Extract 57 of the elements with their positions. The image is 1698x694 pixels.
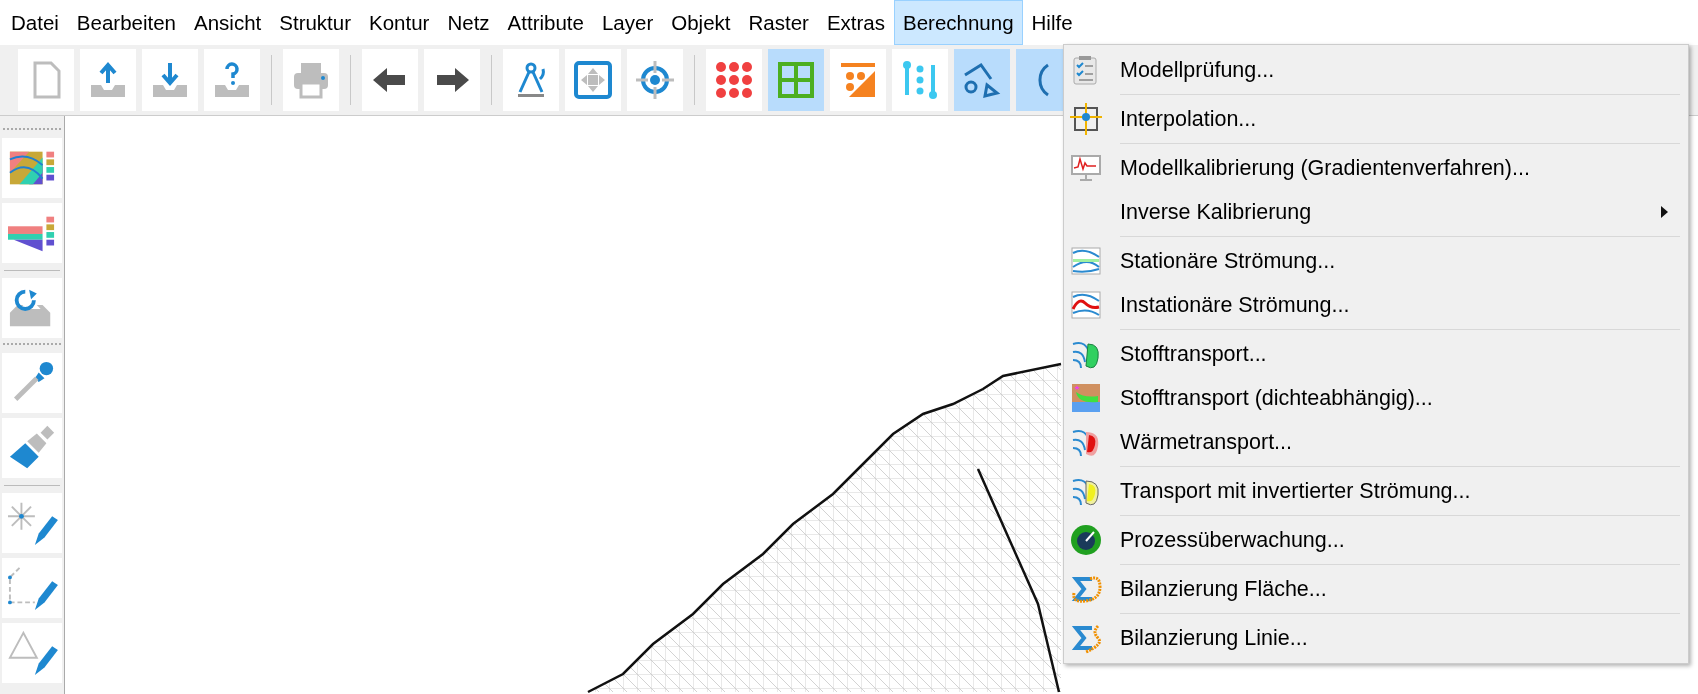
toolbar-button[interactable] <box>706 49 762 111</box>
menu-item[interactable]: Interpolation... <box>1064 97 1688 141</box>
tool-button[interactable] <box>2 203 62 263</box>
menu-item[interactable]: Bilanzierung Linie... <box>1064 616 1688 660</box>
flow-lines-icon <box>1070 245 1102 277</box>
menu-item[interactable]: Instationäre Strömung... <box>1064 283 1688 327</box>
toolbar-button[interactable] <box>142 49 198 111</box>
menu[interactable]: Objekt <box>662 0 740 45</box>
menu-item[interactable]: Modellprüfung... <box>1064 48 1688 92</box>
toolbar-button[interactable] <box>627 49 683 111</box>
density-layers-icon <box>1070 382 1102 414</box>
fit-view-icon <box>572 59 614 101</box>
toolbar-button[interactable] <box>503 49 559 111</box>
menu-item[interactable]: Inverse Kalibrierung <box>1064 190 1688 234</box>
menu[interactable]: Kontur <box>360 0 439 45</box>
menu[interactable]: Attribute <box>498 0 593 45</box>
toolbar-button[interactable] <box>954 49 1010 111</box>
tool-button[interactable] <box>2 138 62 198</box>
tool-button[interactable] <box>2 278 62 338</box>
menu-item[interactable]: Bilanzierung Fläche... <box>1064 567 1688 611</box>
toolbar-button[interactable] <box>80 49 136 111</box>
menu-item[interactable]: Stationäre Strömung... <box>1064 239 1688 283</box>
arc-icon <box>1038 63 1050 97</box>
dot-grid-icon <box>713 59 755 101</box>
menu-item[interactable]: Wärmetransport... <box>1064 420 1688 464</box>
grid-icon <box>775 59 817 101</box>
tool-button[interactable] <box>2 493 62 553</box>
tool-button[interactable] <box>2 418 62 478</box>
flow-wave-icon <box>1070 289 1102 321</box>
target-icon <box>634 59 676 101</box>
menu-item[interactable]: Stofftransport (dichteabhängig)... <box>1064 376 1688 420</box>
menu-item[interactable]: Transport mit invertierter Strömung... <box>1064 469 1688 513</box>
interpolation-grid-icon <box>1070 103 1102 135</box>
polyline-pencil-icon <box>6 564 58 612</box>
tool-button[interactable] <box>2 623 62 683</box>
menu[interactable]: Ansicht <box>185 0 271 45</box>
triangle-pencil-icon <box>6 629 58 677</box>
tool-button[interactable] <box>2 353 62 413</box>
menu[interactable]: Layer <box>592 0 663 45</box>
menu-item[interactable]: Stofftransport... <box>1064 332 1688 376</box>
menu[interactable]: Struktur <box>270 0 361 45</box>
menu-item[interactable]: Modellkalibrierung (Gradientenverfahren)... <box>1064 146 1688 190</box>
menu[interactable]: Netz <box>438 0 499 45</box>
tool-button[interactable] <box>2 558 62 618</box>
menu[interactable]: Datei <box>2 0 68 45</box>
toolbar-button[interactable] <box>362 49 418 111</box>
toolbar-button[interactable] <box>424 49 480 111</box>
menu[interactable]: Raster <box>739 0 818 45</box>
toolbar-button[interactable] <box>565 49 621 111</box>
eye-gauge-icon <box>1070 524 1102 556</box>
menu[interactable]: Hilfe <box>1022 0 1082 45</box>
menu-item[interactable]: Prozessüberwachung... <box>1064 518 1688 562</box>
menu[interactable]: Berechnung <box>894 0 1023 45</box>
menu[interactable]: Extras <box>817 0 894 45</box>
monitor-graph-icon <box>1070 152 1102 184</box>
menu[interactable]: Bearbeiten <box>67 0 186 45</box>
sigma-line-icon <box>1070 622 1102 654</box>
